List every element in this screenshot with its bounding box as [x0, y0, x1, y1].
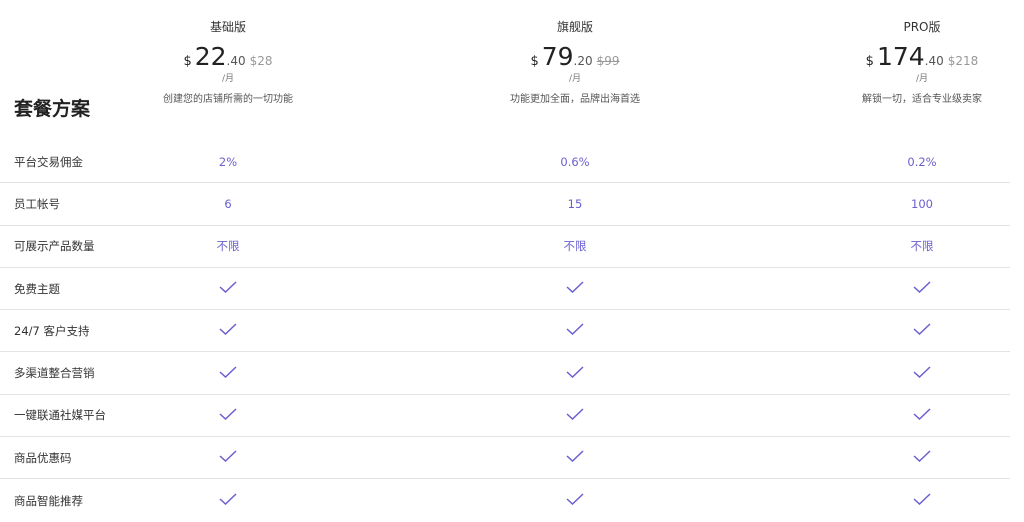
plan-header: 基础版 $ 22 .40 $28 /月 创建您的店铺所需的一切功能 — [78, 18, 378, 105]
feature-row: 可展示产品数量 不限 不限 不限 — [0, 226, 1010, 268]
check-icon — [168, 366, 288, 381]
check-icon — [862, 450, 982, 465]
check-icon — [862, 323, 982, 338]
check-icon — [862, 408, 982, 423]
price-period: /月 — [568, 74, 582, 84]
check-icon — [862, 493, 982, 508]
check-icon — [168, 493, 288, 508]
plan-description: 创建您的店铺所需的一切功能 — [163, 94, 293, 105]
currency: $ — [183, 54, 192, 69]
price-decimal: .20 — [573, 54, 593, 68]
feature-label: 24/7 客户支持 — [14, 323, 90, 338]
currency: $ — [530, 54, 539, 69]
feature-table: 平台交易佣金 2% 0.6% 0.2% 员工帐号 6 15 100 可展示产品数量 不限 不限 不限免… — [0, 141, 1010, 522]
feature-value: 不限 — [216, 239, 240, 254]
feature-row: 24/7 客户支持 — [0, 310, 1010, 353]
check-icon — [515, 493, 635, 508]
price-decimal: .40 — [226, 54, 246, 68]
plan-price: $ 22 .40 $28 — [78, 42, 378, 71]
check-icon — [515, 450, 635, 465]
feature-value: 0.6% — [560, 154, 590, 169]
check-icon — [862, 281, 982, 296]
feature-row: 商品优惠码 — [0, 437, 1010, 480]
check-icon — [168, 408, 288, 423]
feature-row: 平台交易佣金 2% 0.6% 0.2% — [0, 141, 1010, 184]
price-integer: 174 — [876, 42, 925, 71]
feature-label: 商品优惠码 — [14, 450, 72, 465]
currency: $ — [865, 54, 874, 69]
feature-value: 6 — [224, 196, 232, 211]
feature-label: 一键联通社媒平台 — [14, 408, 106, 423]
plan-header: PRO版 $ 174 .40 $218 /月 解锁一切，适合专业级卖家 — [772, 18, 1024, 105]
price-integer: 79 — [541, 42, 574, 71]
price-integer: 22 — [194, 42, 227, 71]
feature-row: 免费主题 — [0, 268, 1010, 311]
price-period: /月 — [221, 74, 235, 84]
feature-label: 平台交易佣金 — [14, 154, 83, 169]
feature-label: 可展示产品数量 — [14, 239, 95, 254]
price-decimal: .40 — [924, 54, 944, 68]
feature-label: 员工帐号 — [14, 196, 60, 211]
original-price: $28 — [249, 54, 273, 68]
plan-header: 旗舰版 $ 79 .20 $99 /月 功能更加全面，品牌出海首选 — [425, 18, 725, 105]
price-period: /月 — [915, 74, 929, 84]
plan-description: 解锁一切，适合专业级卖家 — [862, 94, 982, 105]
check-icon — [515, 408, 635, 423]
check-icon — [515, 281, 635, 296]
feature-label: 多渠道整合营销 — [14, 366, 95, 381]
feature-label: 商品智能推荐 — [14, 493, 83, 508]
feature-value: 不限 — [563, 239, 587, 254]
feature-value: 不限 — [910, 239, 934, 254]
feature-row: 商品智能推荐 — [0, 479, 1010, 521]
feature-value: 15 — [567, 196, 583, 211]
check-icon — [168, 450, 288, 465]
original-price: $99 — [596, 54, 620, 68]
check-icon — [168, 281, 288, 296]
plan-name: PRO版 — [903, 20, 941, 34]
check-icon — [515, 366, 635, 381]
check-icon — [515, 323, 635, 338]
feature-value: 100 — [911, 196, 933, 211]
plan-name: 旗舰版 — [556, 20, 593, 34]
feature-row: 一键联通社媒平台 — [0, 395, 1010, 438]
feature-row: 员工帐号 6 15 100 — [0, 183, 1010, 226]
feature-value: 2% — [218, 154, 238, 169]
feature-label: 免费主题 — [14, 281, 60, 296]
check-icon — [168, 323, 288, 338]
original-price: $218 — [947, 54, 979, 68]
plan-name: 基础版 — [209, 20, 246, 34]
feature-value: 0.2% — [907, 154, 937, 169]
plan-description: 功能更加全面，品牌出海首选 — [510, 94, 640, 105]
plan-price: $ 174 .40 $218 — [772, 42, 1024, 71]
plan-price: $ 79 .20 $99 — [425, 42, 725, 71]
feature-row: 多渠道整合营销 — [0, 352, 1010, 395]
check-icon — [862, 366, 982, 381]
